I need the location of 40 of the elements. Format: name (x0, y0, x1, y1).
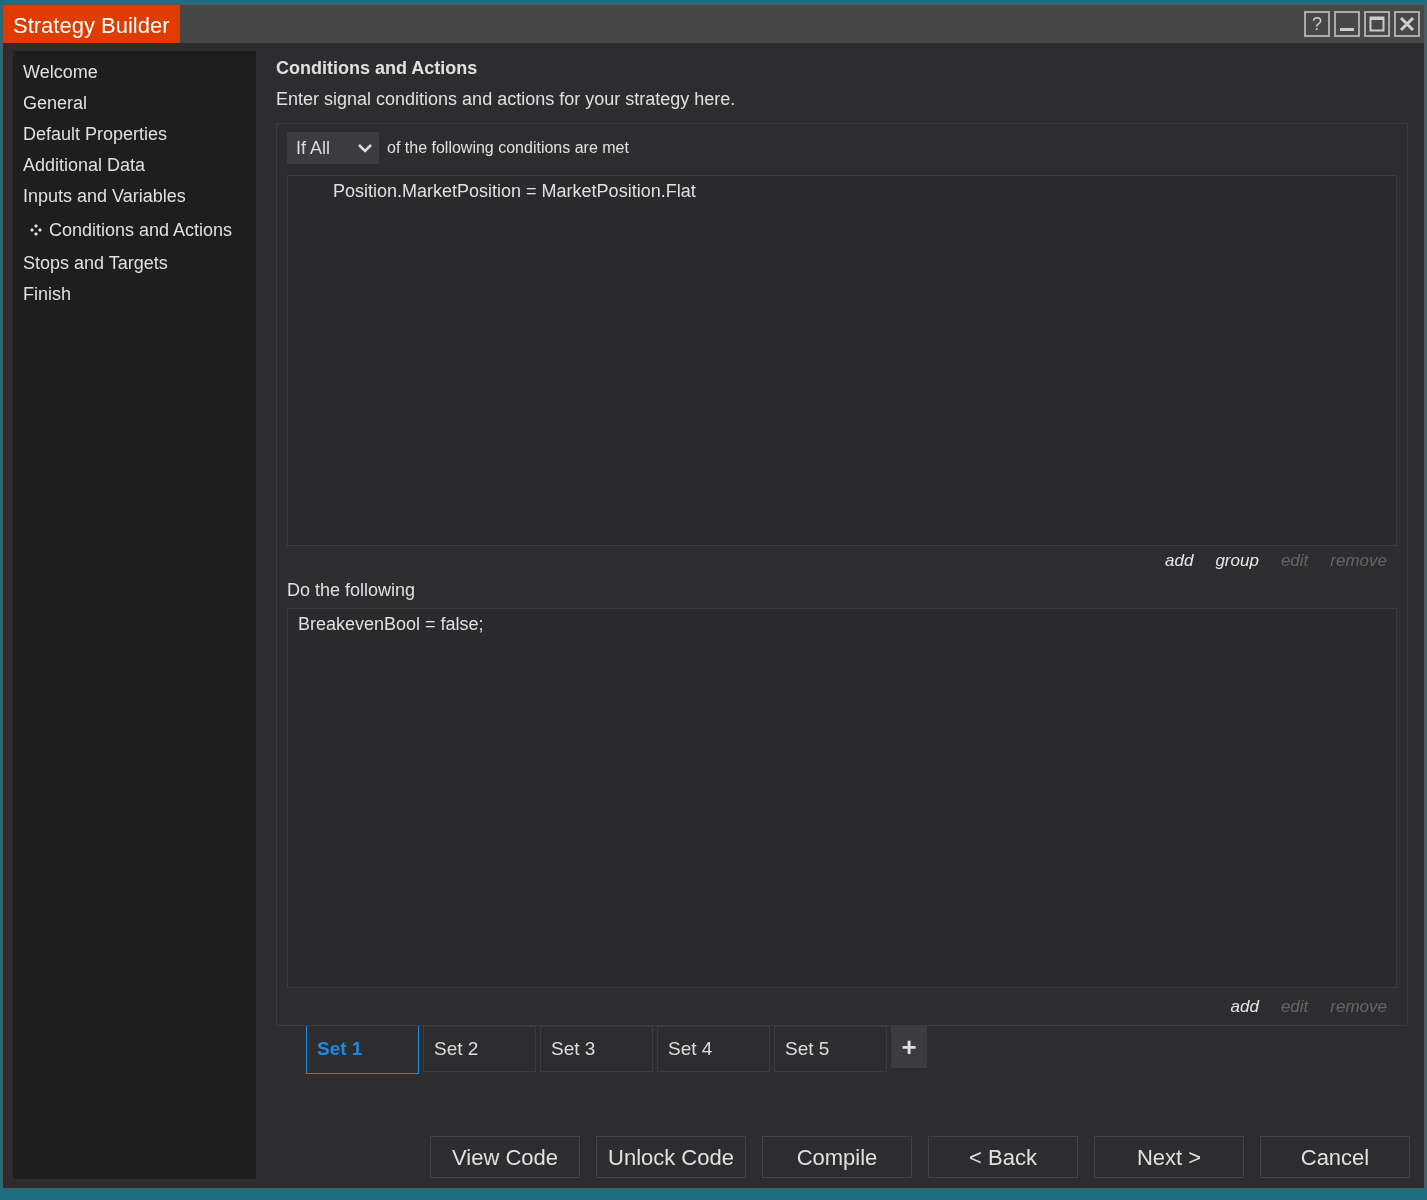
sidebar-item[interactable]: Stops and Targets (13, 248, 256, 279)
action-link[interactable]: add (1165, 548, 1194, 574)
set-tab[interactable]: Set 5 (774, 1026, 887, 1072)
match-dropdown[interactable]: If All (287, 132, 379, 164)
sidebar-item[interactable]: Additional Data (13, 150, 256, 181)
sidebar-item[interactable]: Default Properties (13, 119, 256, 150)
set-tab[interactable]: Set 1 (306, 1026, 419, 1074)
diamond-icon (29, 223, 43, 237)
sidebar-item[interactable]: Finish (13, 279, 256, 310)
close-icon (1399, 16, 1415, 32)
maximize-button[interactable] (1364, 11, 1390, 37)
action-item[interactable]: BreakevenBool = false; (298, 611, 1386, 638)
match-text: of the following conditions are met (387, 138, 629, 158)
action-link[interactable]: add (1230, 994, 1259, 1020)
dialog-button[interactable]: Compile (762, 1136, 912, 1178)
sidebar-item[interactable]: Conditions and Actions (13, 212, 256, 248)
dialog-button[interactable]: View Code (430, 1136, 580, 1178)
close-button[interactable] (1394, 11, 1420, 37)
set-tab[interactable]: Set 3 (540, 1026, 653, 1072)
set-tab[interactable]: Set 2 (423, 1026, 536, 1072)
minimize-button[interactable] (1334, 11, 1360, 37)
maximize-icon (1369, 16, 1385, 32)
set-tab[interactable]: Set 4 (657, 1026, 770, 1072)
add-tab-button[interactable]: + (891, 1026, 927, 1068)
condition-item[interactable]: Position.MarketPosition = MarketPosition.Flat (333, 178, 1386, 205)
help-button[interactable]: ? (1304, 11, 1330, 37)
dialog-button[interactable]: Unlock Code (596, 1136, 746, 1178)
sidebar-item[interactable]: General (13, 88, 256, 119)
sidebar-item[interactable]: Inputs and Variables (13, 181, 256, 212)
dialog-button[interactable]: Cancel (1260, 1136, 1410, 1178)
section-label: Do the following (287, 578, 417, 602)
minimize-icon (1340, 27, 1354, 31)
chevron-icon (357, 143, 373, 153)
action-link[interactable]: group (1215, 548, 1259, 574)
dialog-button[interactable]: Next > (1094, 1136, 1244, 1178)
sidebar-item[interactable]: Welcome (13, 57, 256, 88)
dialog-button[interactable]: < Back (928, 1136, 1078, 1178)
window-title: Strategy Builder (3, 5, 180, 43)
page-subtitle: Enter signal conditions and actions for your strategy here. (276, 87, 737, 111)
page-title: Conditions and Actions (276, 56, 479, 80)
